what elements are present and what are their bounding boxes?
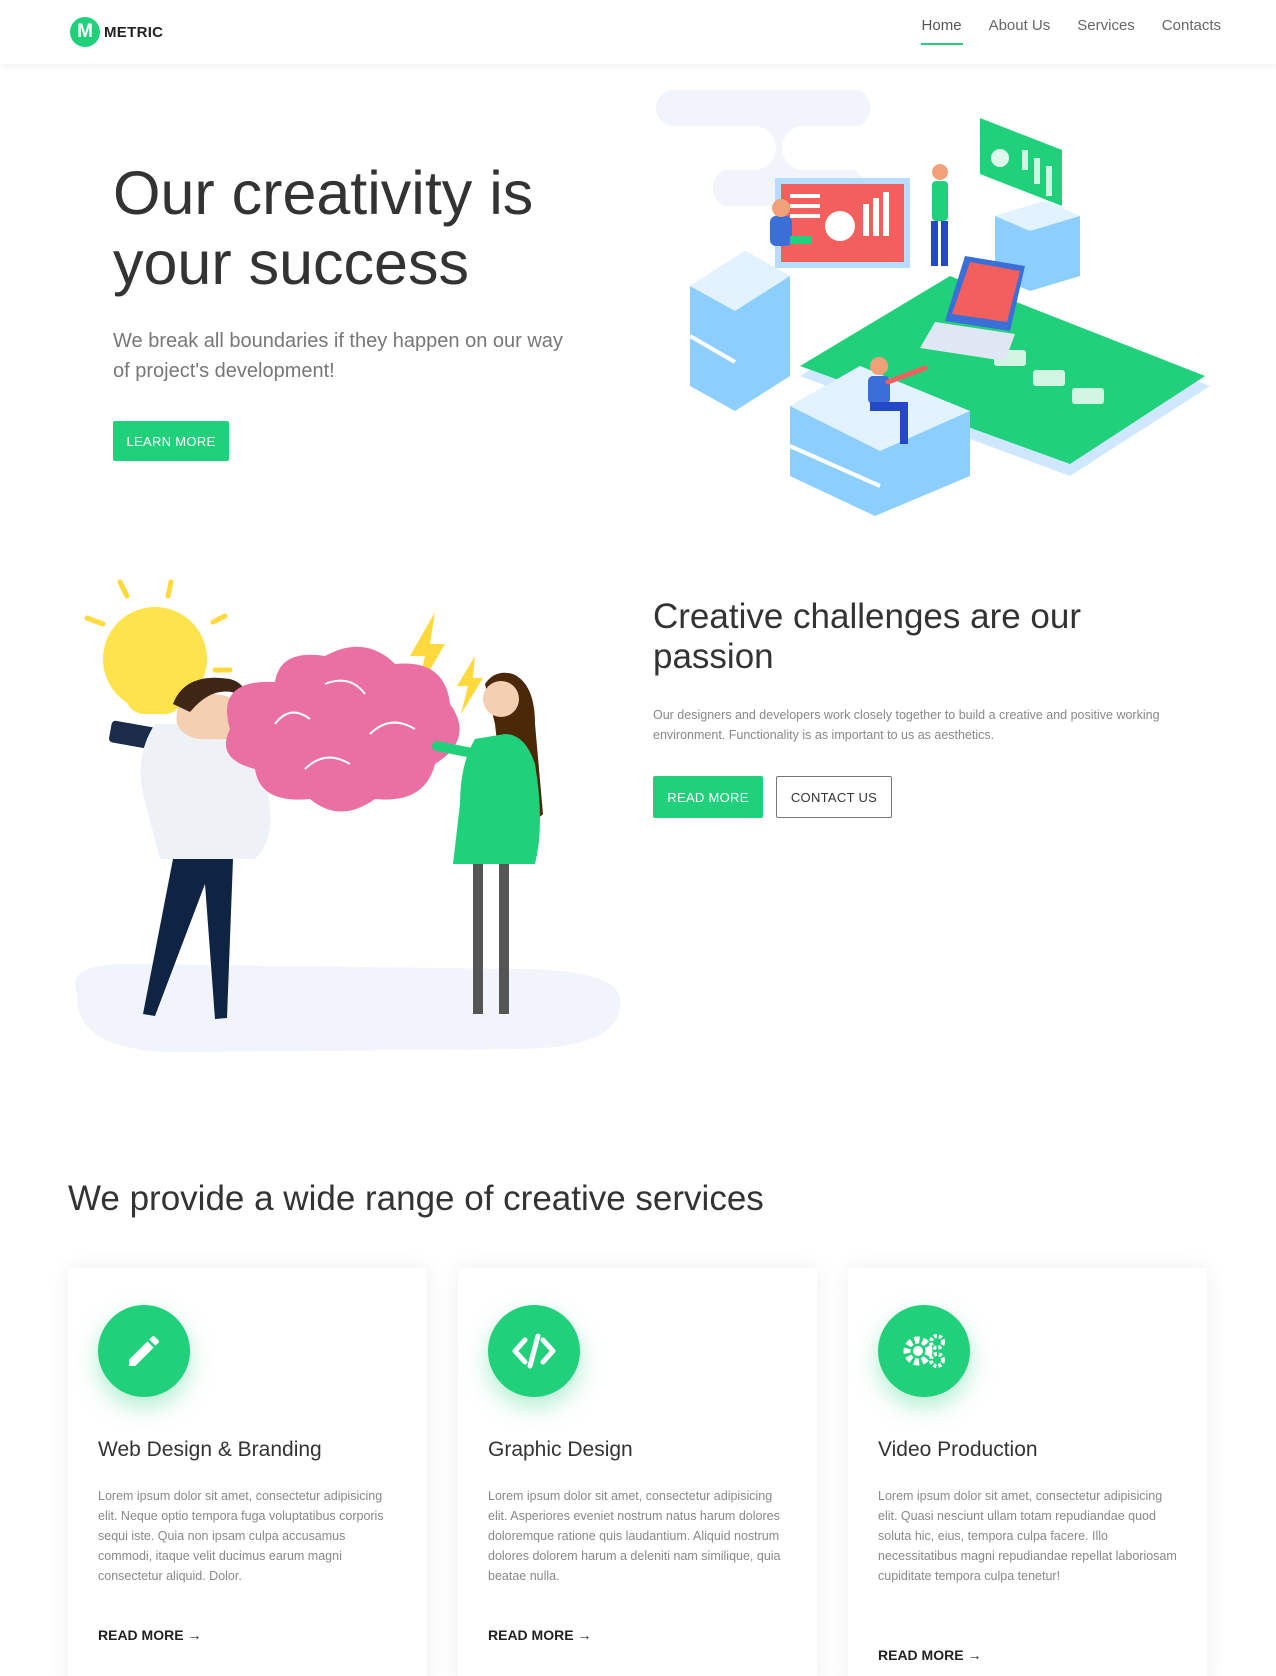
card-title: Video Production [878, 1438, 1038, 1461]
card-text: Lorem ipsum dolor sit amet, consectetur … [878, 1489, 1177, 1583]
nav-services[interactable]: Services [1076, 14, 1136, 45]
card-text: Lorem ipsum dolor sit amet, consectetur … [98, 1489, 384, 1583]
logo-mark-icon: M [70, 17, 100, 47]
services-title: We provide a wide range of creative serv… [68, 1179, 764, 1218]
card-read-more-link[interactable]: READ MORE → [98, 1627, 201, 1643]
pencil-icon [98, 1305, 190, 1397]
card-title: Graphic Design [488, 1438, 633, 1461]
contact-us-button[interactable]: CONTACT US [776, 776, 892, 818]
service-card-graphic-design: Graphic Design Lorem ipsum dolor sit ame… [458, 1268, 817, 1676]
card-read-more-link[interactable]: READ MORE → [878, 1647, 981, 1663]
isometric-team-illustration [656, 90, 1210, 516]
brainstorm-illustration [75, 579, 621, 1053]
brand-name: METRIC [104, 23, 164, 41]
service-card-web-design: Web Design & Branding Lorem ipsum dolor … [68, 1268, 427, 1676]
card-title: Web Design & Branding [98, 1438, 322, 1461]
challenges-text: Our designers and developers work closel… [653, 708, 1160, 742]
read-more-button[interactable]: READ MORE [653, 776, 763, 818]
learn-more-button[interactable]: LEARN MORE [113, 421, 229, 461]
nav-contacts[interactable]: Contacts [1161, 14, 1222, 45]
site-header: M METRIC Home About Us Services Contacts [0, 0, 1276, 64]
service-card-video-production: Video Production Lorem ipsum dolor sit a… [848, 1268, 1207, 1676]
gears-icon [878, 1305, 970, 1397]
card-text: Lorem ipsum dolor sit amet, consectetur … [488, 1489, 781, 1583]
challenges-title: Creative challenges are our passion [653, 597, 1082, 676]
brand-logo[interactable]: M METRIC [70, 17, 163, 47]
code-icon [488, 1305, 580, 1397]
hero-title: Our creativity is your success [113, 159, 534, 297]
nav-about-us[interactable]: About Us [988, 14, 1052, 45]
nav-home[interactable]: Home [920, 14, 963, 45]
hero-subtitle: We break all boundaries if they happen o… [113, 330, 563, 382]
card-read-more-link[interactable]: READ MORE → [488, 1627, 591, 1643]
main-nav: Home About Us Services Contacts [920, 14, 1222, 45]
